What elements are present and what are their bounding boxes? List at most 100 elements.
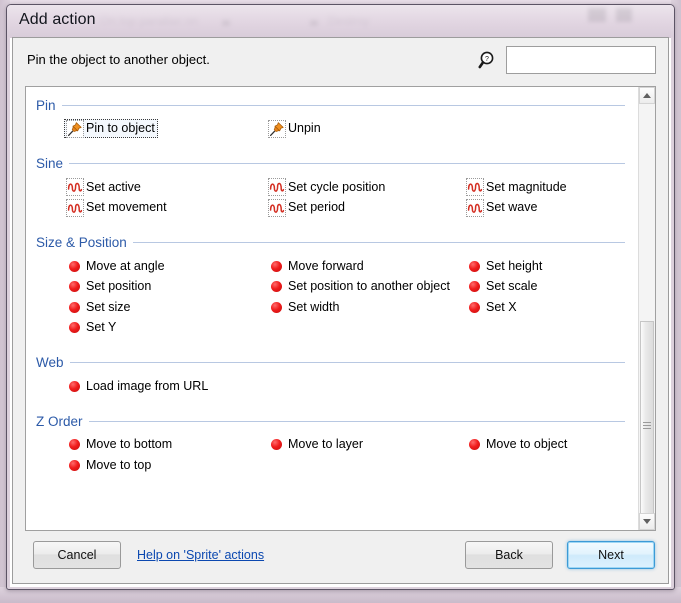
pin-icon — [66, 119, 84, 138]
dialog-description: Pin the object to another object. — [27, 52, 210, 67]
action-item-label: Set width — [288, 299, 340, 314]
section-items: Load image from URL — [26, 377, 637, 398]
section-title: Sine — [36, 156, 64, 171]
section-divider — [69, 362, 625, 363]
section-title: Z Order — [36, 413, 83, 429]
help-link[interactable]: Help on 'Sprite' actions — [137, 548, 264, 562]
action-item[interactable]: Load image from URL — [64, 377, 211, 396]
action-item[interactable]: Set size — [64, 298, 133, 317]
action-item-label: Pin to object — [86, 121, 155, 136]
action-item[interactable]: Pin to object — [64, 119, 158, 138]
action-item-label: Set Y — [86, 320, 117, 335]
scroll-down-arrow-glyph — [643, 519, 651, 524]
add-action-dialog: Add action Pin the object to another obj… — [6, 4, 675, 590]
action-section: Sine Set active Set cycle position Set magn… — [26, 154, 637, 219]
red-dot-icon — [69, 380, 80, 392]
section-header: Pin — [36, 95, 625, 115]
search-input[interactable] — [506, 46, 656, 74]
action-section: Pin Pin to object Unpin — [26, 95, 637, 140]
action-item[interactable]: Set wave — [464, 198, 540, 217]
section-header: Size & Position — [36, 233, 625, 253]
dialog-title: Add action — [19, 11, 96, 28]
action-item-label: Set cycle position — [288, 179, 386, 194]
action-item[interactable]: Set movement — [64, 198, 170, 217]
action-section: Size & Position Move at angle Move forward… — [26, 233, 637, 339]
red-dot-icon — [271, 260, 282, 272]
action-item-label: Set active — [86, 179, 141, 194]
action-item-label: Load image from URL — [86, 378, 209, 393]
section-divider — [61, 104, 625, 106]
action-item[interactable]: Move to top — [64, 456, 154, 475]
action-item-label: Move to top — [86, 457, 152, 472]
back-button[interactable]: Back — [465, 541, 553, 569]
section-divider — [69, 163, 625, 164]
scroll-down-icon[interactable] — [639, 513, 655, 530]
action-item[interactable]: Set position — [64, 277, 154, 296]
action-item[interactable]: Set width — [266, 298, 342, 317]
action-item[interactable]: Set scale — [464, 277, 540, 296]
section-header: Z Order — [36, 411, 625, 431]
dialog-body: Pin the object to another object. ? Pin P… — [12, 37, 669, 584]
action-section: Web Load image from URL — [26, 353, 637, 398]
action-item-label: Move forward — [288, 258, 364, 273]
scroll-up-arrow-glyph — [643, 93, 651, 98]
action-item-label: Set magnitude — [486, 179, 567, 194]
action-item-label: Move at angle — [86, 258, 165, 273]
action-item-label: Set size — [86, 299, 131, 314]
action-item[interactable]: Set active — [64, 178, 144, 197]
red-dot-icon — [469, 281, 480, 292]
action-item-label: Move to layer — [288, 437, 364, 452]
section-header: Sine — [36, 154, 625, 174]
action-item[interactable]: Set magnitude — [464, 178, 570, 197]
action-item[interactable]: Unpin — [266, 119, 324, 138]
cancel-button[interactable]: Cancel — [33, 541, 121, 569]
action-item-label: Unpin — [288, 121, 321, 136]
action-item[interactable]: Move to object — [464, 435, 570, 454]
action-item[interactable]: Move at angle — [64, 257, 168, 276]
sine-icon — [466, 198, 484, 217]
action-item[interactable]: Set position to another object — [266, 277, 453, 296]
action-item[interactable]: Move to layer — [266, 435, 366, 454]
next-button[interactable]: Next — [567, 541, 655, 569]
red-dot-icon — [469, 260, 480, 272]
action-item[interactable]: Set X — [464, 298, 520, 317]
red-dot-icon — [69, 281, 80, 292]
action-item[interactable]: Move to bottom — [64, 435, 175, 454]
action-item-label: Move to bottom — [86, 437, 173, 452]
search-box[interactable] — [506, 46, 656, 74]
sine-icon — [466, 178, 484, 196]
section-items: Move at angle Move forward Set height Set p… — [26, 257, 637, 339]
red-dot-icon — [69, 322, 80, 333]
section-title: Web — [36, 355, 64, 370]
action-item-label: Move to object — [486, 437, 568, 452]
action-item[interactable]: Set height — [464, 257, 545, 276]
red-dot-icon — [271, 281, 282, 292]
section-divider — [88, 420, 625, 422]
action-item-label: Set height — [486, 258, 543, 273]
sine-icon — [66, 198, 84, 217]
action-item[interactable]: Set Y — [64, 318, 119, 337]
section-title: Size & Position — [36, 235, 127, 250]
actions-list-panel: Pin Pin to object Unpin Sine Set active Set c… — [25, 86, 656, 531]
section-items: Set active Set cycle position Set magnitud… — [26, 178, 637, 219]
sine-icon — [66, 178, 84, 196]
section-header: Web — [36, 353, 625, 373]
sine-icon — [268, 178, 286, 196]
action-item[interactable]: Set period — [266, 198, 348, 217]
action-item[interactable]: Set cycle position — [266, 178, 388, 197]
dialog-titlebar[interactable]: Add action — [7, 5, 674, 37]
action-item-label: Set wave — [486, 200, 538, 215]
red-dot-icon — [69, 459, 80, 471]
red-dot-icon — [69, 301, 80, 313]
scroll-up-icon[interactable] — [639, 87, 655, 104]
pin-icon — [268, 119, 286, 138]
action-section: Z Order Move to bottom Move to layer Move t… — [26, 411, 637, 476]
action-item-label: Set position to another object — [288, 279, 450, 294]
section-items: Move to bottom Move to layer Move to objec… — [26, 435, 637, 476]
red-dot-icon — [69, 260, 80, 272]
scrollbar-thumb[interactable] — [640, 321, 654, 529]
search-help-icon: ? — [478, 50, 498, 70]
action-item[interactable]: Move forward — [266, 257, 367, 276]
red-dot-icon — [271, 439, 282, 450]
actions-list-scrollbar[interactable] — [638, 87, 655, 530]
